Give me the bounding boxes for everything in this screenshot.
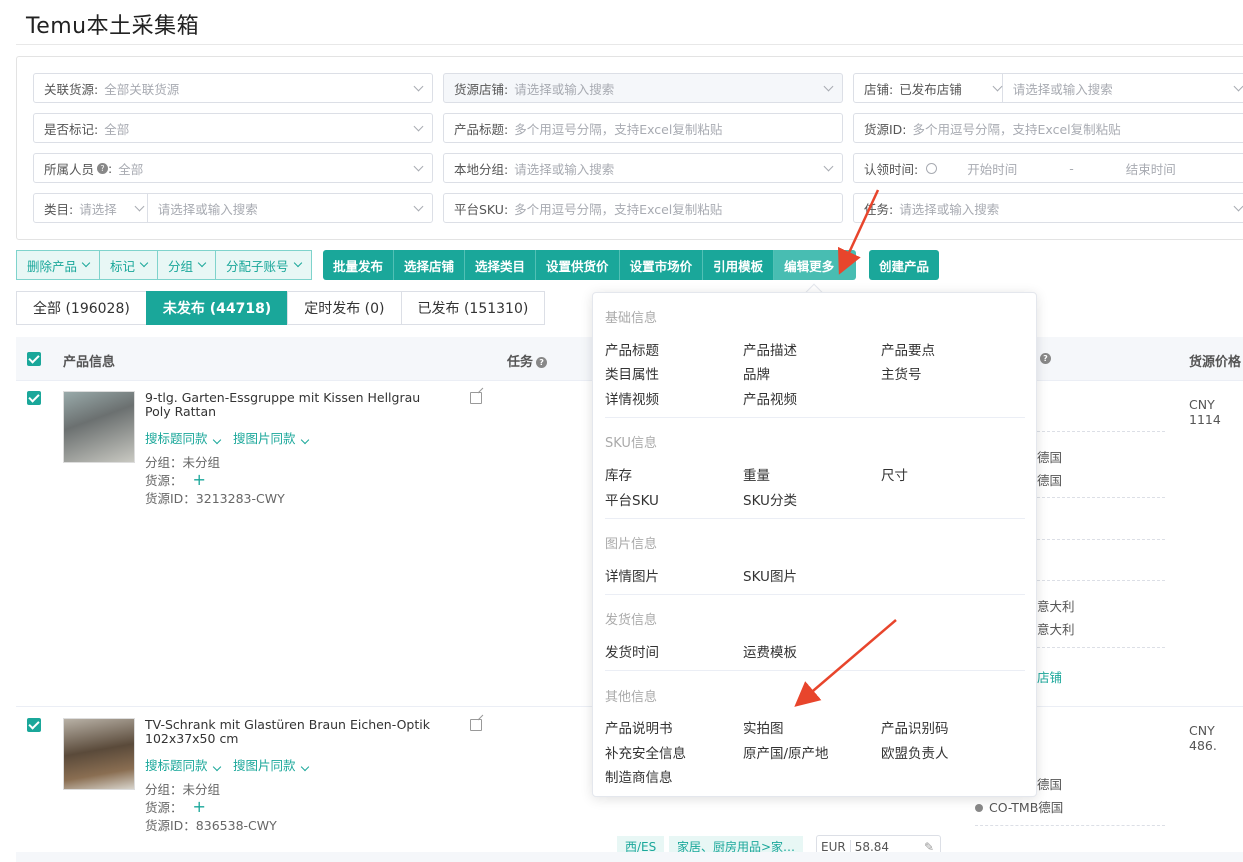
annotation-overlay	[794, 189, 897, 707]
red-arrow-icon	[794, 619, 897, 707]
red-arrow-icon	[837, 189, 880, 275]
